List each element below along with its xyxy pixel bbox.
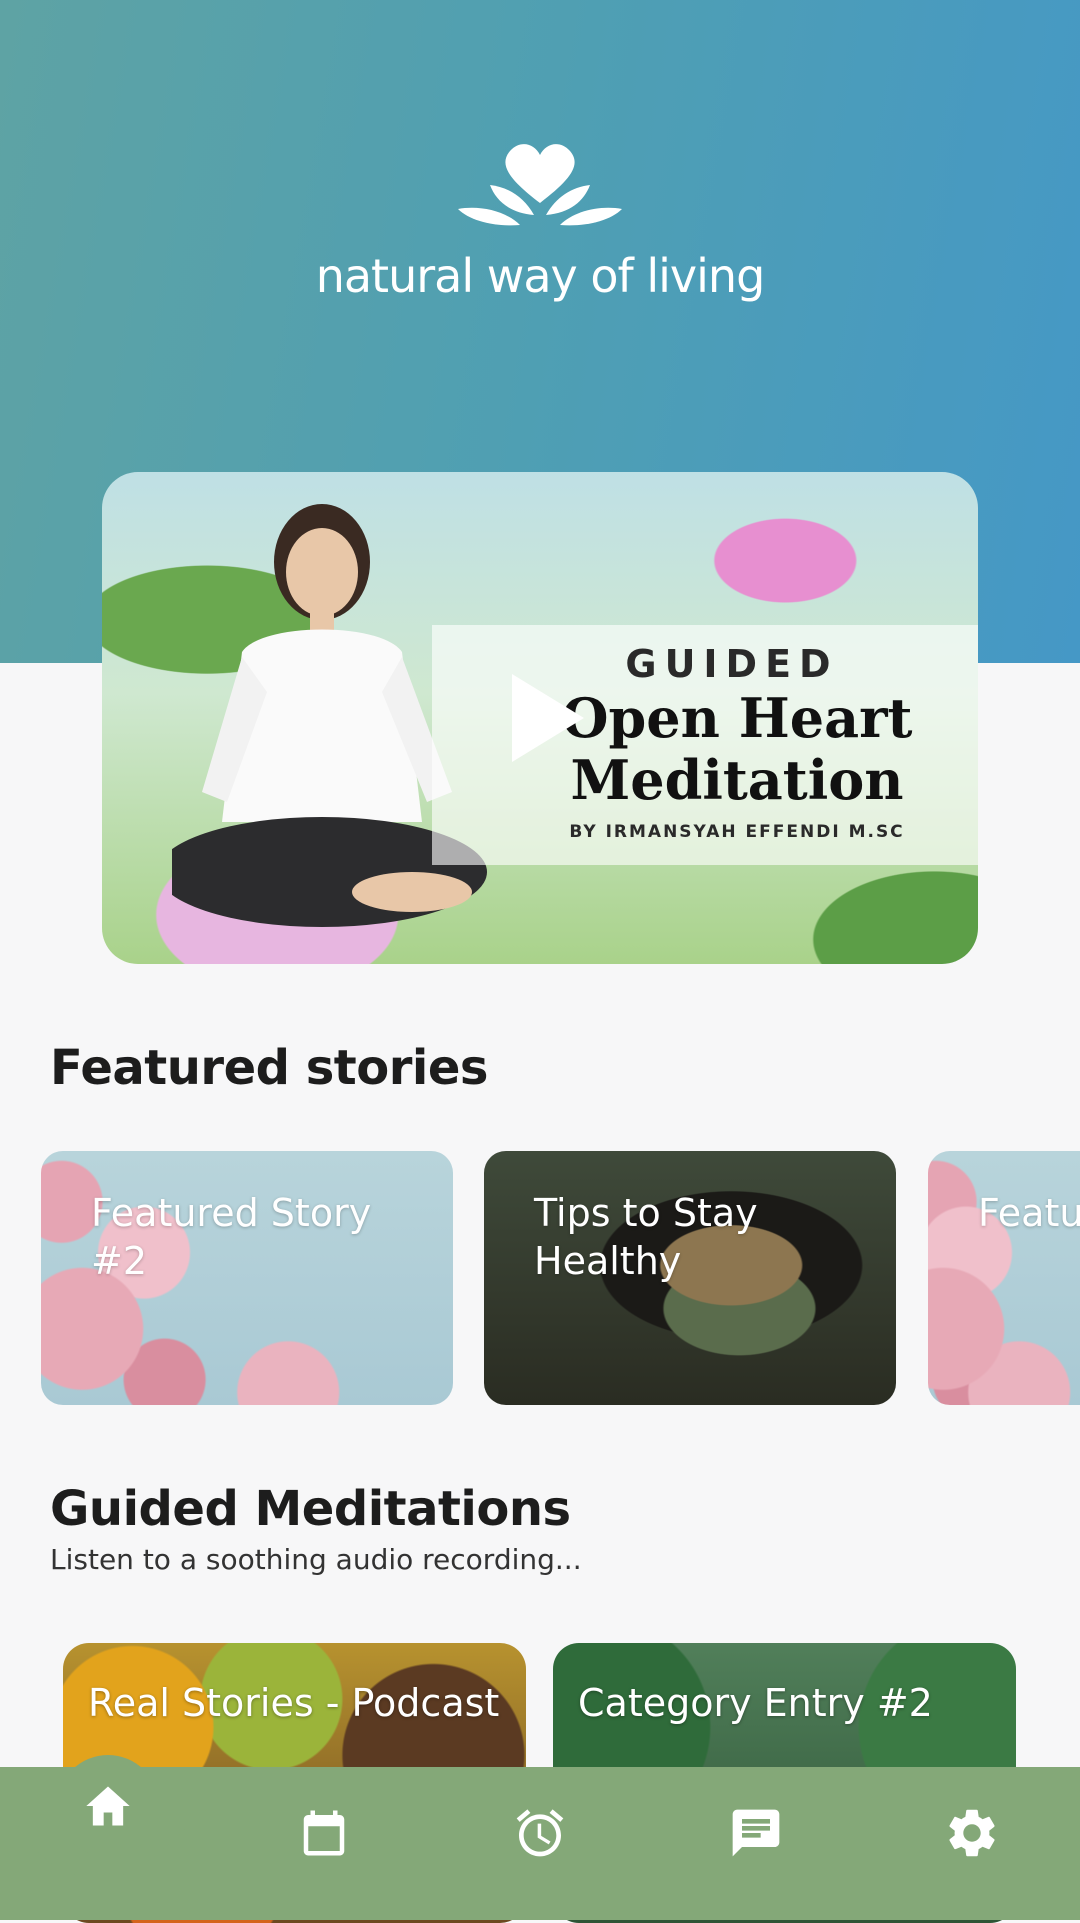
- story-card-label: Featured Story #2: [91, 1191, 372, 1283]
- guided-meditations-subtitle: Listen to a soothing audio recording...: [50, 1543, 582, 1576]
- hero-guided-label: GUIDED: [625, 642, 839, 686]
- play-icon[interactable]: [512, 674, 584, 762]
- settings-icon: [949, 1809, 995, 1857]
- calendar-icon: [303, 1810, 345, 1856]
- nav-home-button[interactable]: [57, 1755, 159, 1857]
- story-card[interactable]: Featured Story #2: [41, 1151, 453, 1405]
- nav-calendar-button[interactable]: [294, 1803, 354, 1863]
- featured-stories-title: Featured stories: [50, 1040, 488, 1096]
- guided-meditations-title: Guided Meditations: [50, 1481, 571, 1537]
- hero-title-line-2: Meditation: [570, 748, 904, 812]
- hero-byline: BY IRMANSYAH EFFENDI M.SC: [569, 822, 905, 842]
- hero-title: Open Heart Meditation: [557, 687, 917, 811]
- hero-title-line-1: Open Heart: [561, 686, 913, 750]
- story-card-label: Featu: [978, 1191, 1080, 1235]
- alarm-icon: [516, 1809, 564, 1857]
- app-logo: natural way of living: [0, 135, 1080, 303]
- meditation-card-label: Real Stories - Podcast: [88, 1681, 500, 1725]
- story-card[interactable]: Featu: [928, 1151, 1080, 1405]
- home-icon: [86, 1786, 130, 1826]
- meditation-card-label: Category Entry #2: [578, 1681, 933, 1725]
- story-card[interactable]: Tips to Stay Healthy: [484, 1151, 896, 1405]
- brand-name: natural way of living: [315, 249, 766, 303]
- chat-icon: [732, 1809, 780, 1857]
- hero-video-card[interactable]: GUIDED Open Heart Meditation BY IRMANSYA…: [102, 472, 978, 964]
- story-card-label: Tips to Stay Healthy: [534, 1191, 758, 1283]
- nav-messages-button[interactable]: [726, 1803, 786, 1863]
- nav-alarm-button[interactable]: [510, 1803, 570, 1863]
- lotus-heart-icon: [458, 144, 622, 226]
- nav-settings-button[interactable]: [942, 1803, 1002, 1863]
